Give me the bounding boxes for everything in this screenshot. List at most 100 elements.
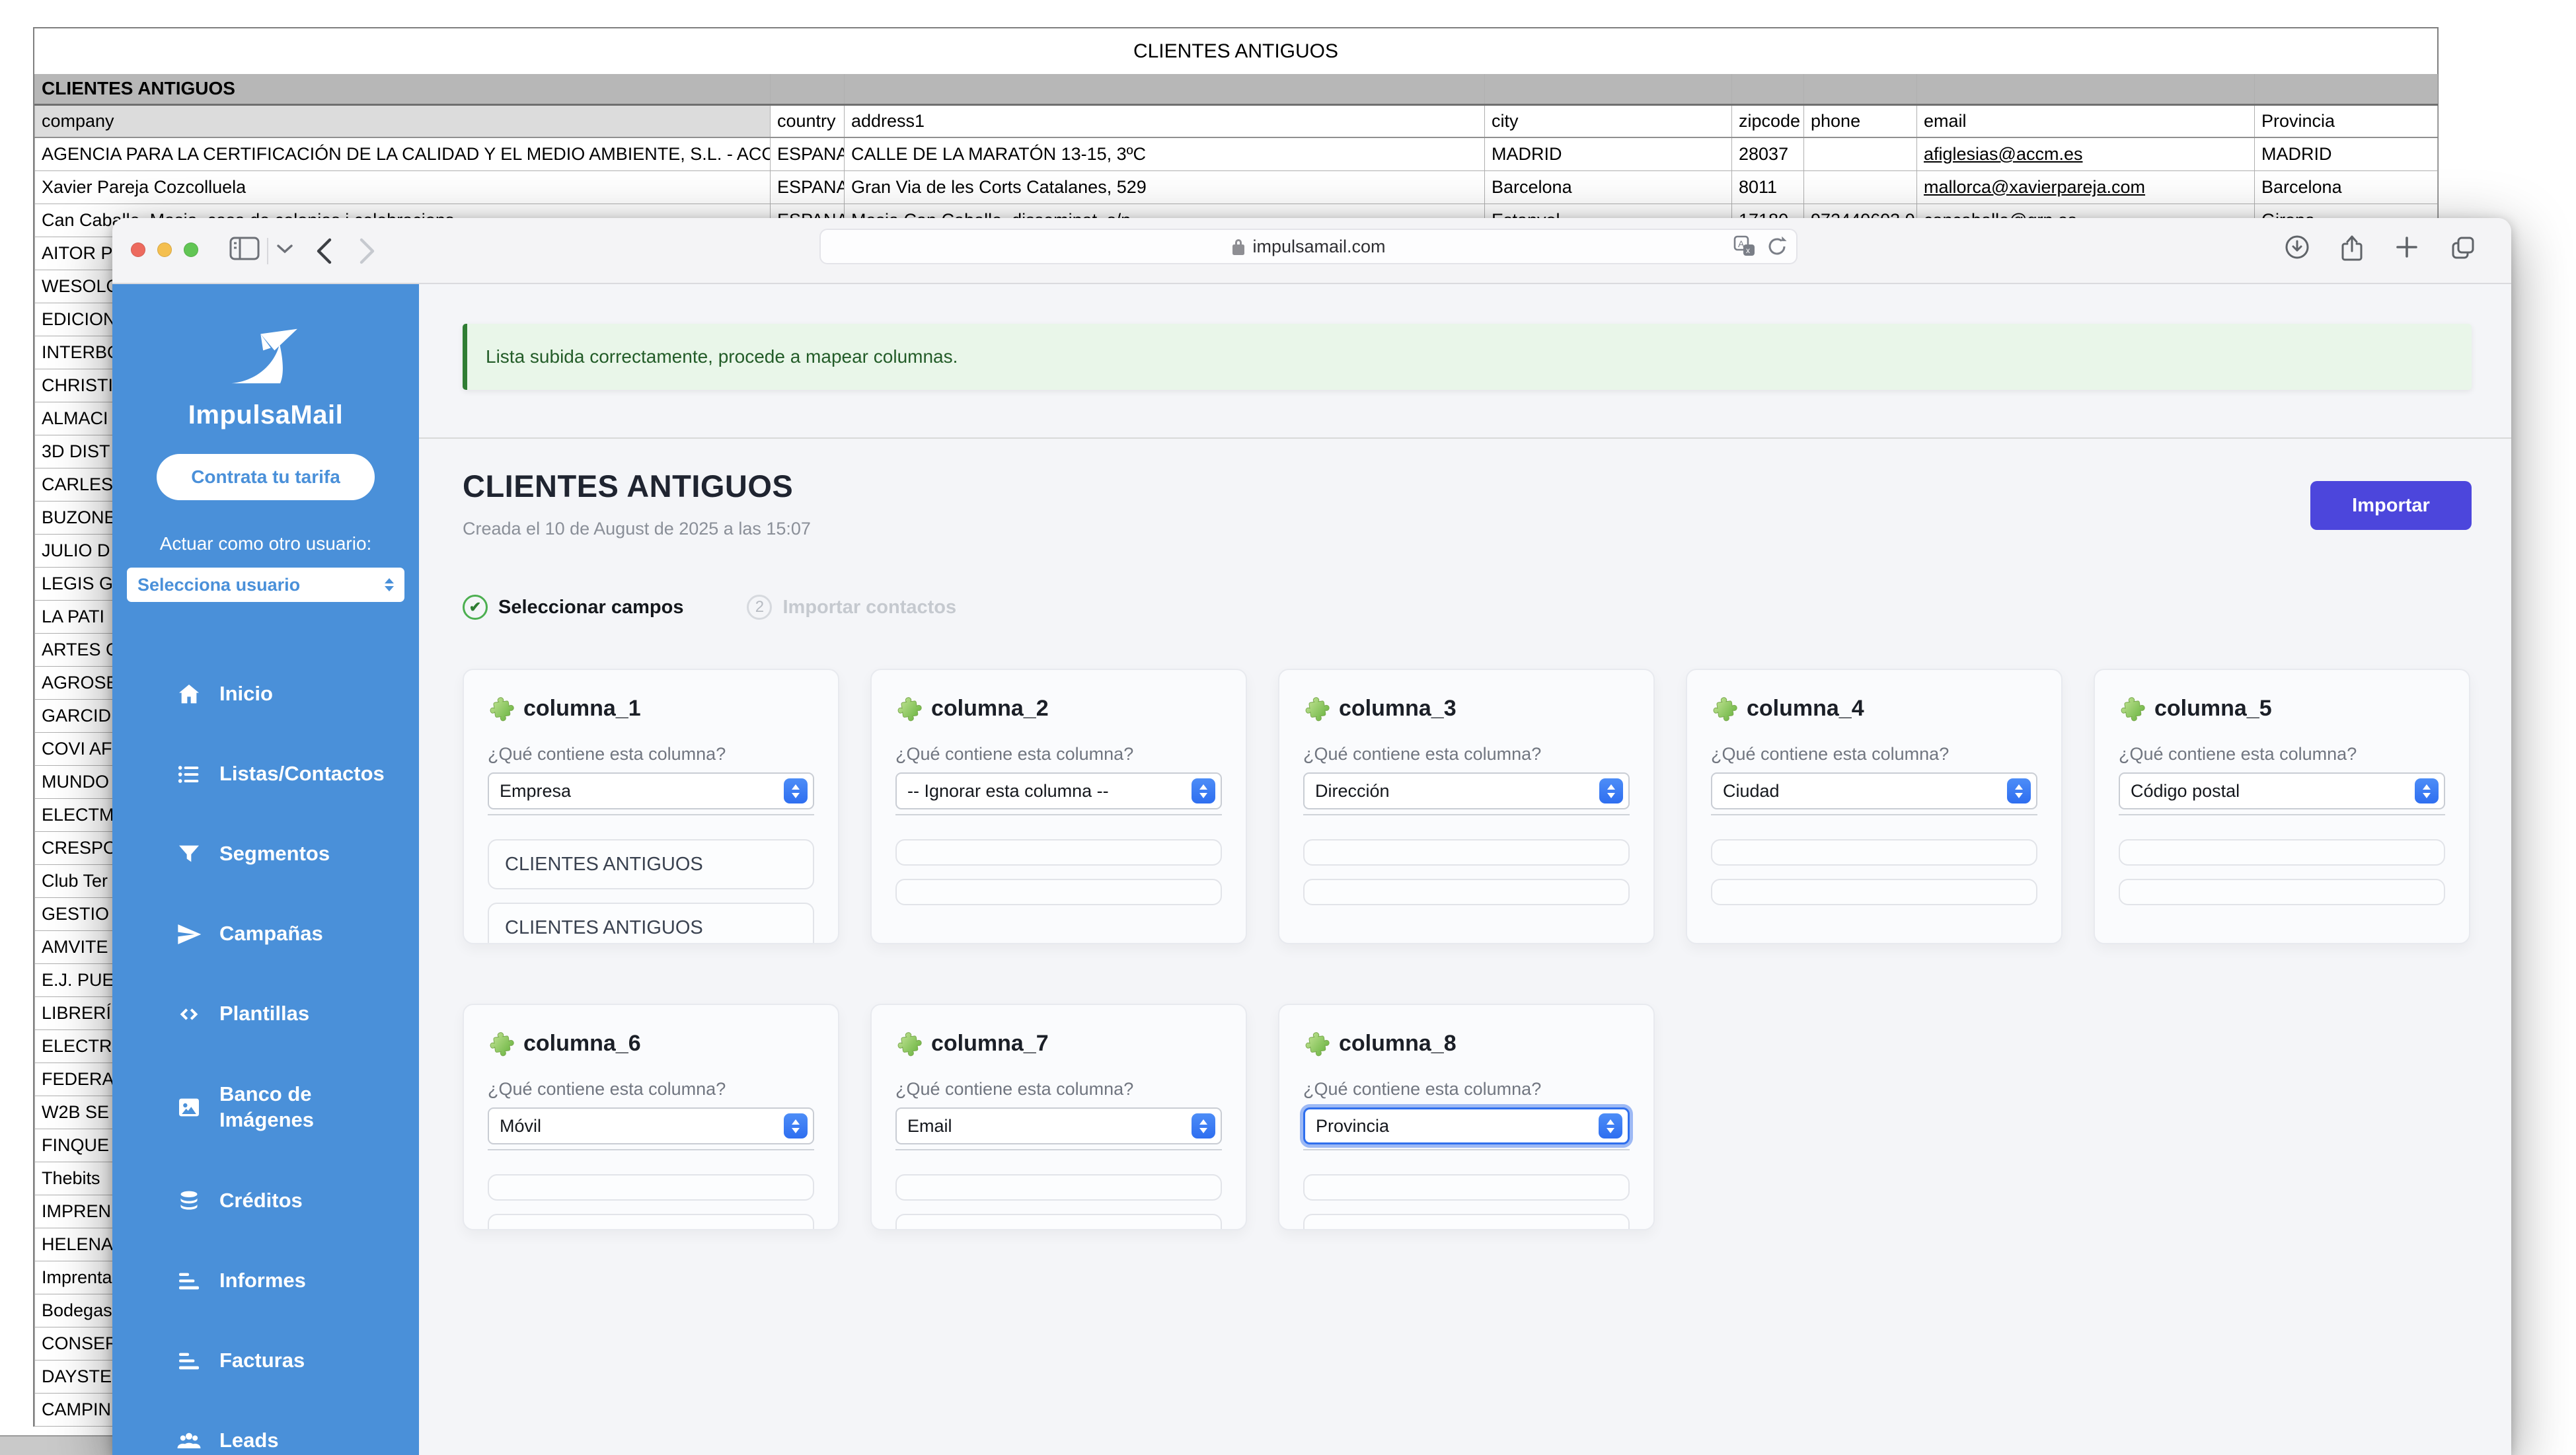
sidebar-item-segmentos[interactable]: Segmentos bbox=[112, 814, 419, 894]
column-card-columna_8: columna_8 ¿Qué contiene esta columna? Pr… bbox=[1278, 1004, 1655, 1230]
column-type-select[interactable]: Dirección bbox=[1303, 772, 1630, 809]
table-cell: ESPANA bbox=[771, 170, 845, 204]
sample-value-box: CLIENTES ANTIGUOS bbox=[488, 839, 814, 889]
sample-value-box bbox=[488, 1214, 814, 1230]
column-card-columna_6: columna_6 ¿Qué contiene esta columna? Mó… bbox=[463, 1004, 839, 1230]
reload-icon[interactable] bbox=[1766, 235, 1788, 258]
column-card-columna_3: columna_3 ¿Qué contiene esta columna? Di… bbox=[1278, 669, 1655, 944]
address-bar[interactable]: impulsamail.com A x bbox=[819, 229, 1798, 264]
page-title: CLIENTES ANTIGUOS bbox=[463, 468, 2310, 504]
table-cell bbox=[1804, 170, 1917, 204]
table-cell bbox=[1804, 137, 1917, 170]
impersonate-label: Actuar como otro usuario: bbox=[112, 533, 419, 554]
puzzle-icon bbox=[895, 695, 922, 722]
puzzle-icon bbox=[1303, 695, 1330, 722]
column-card-title: columna_7 bbox=[931, 1031, 1049, 1057]
table-row: AGENCIA PARA LA CERTIFICACIÓN DE LA CALI… bbox=[35, 137, 2438, 170]
column-type-select[interactable]: Provincia bbox=[1303, 1107, 1630, 1144]
address-bar-url: impulsamail.com bbox=[1252, 237, 1385, 257]
back-icon[interactable] bbox=[315, 237, 333, 266]
column-card-title: columna_5 bbox=[2154, 696, 2272, 722]
minimize-window-button[interactable] bbox=[157, 243, 172, 257]
column-type-select[interactable]: Móvil bbox=[488, 1107, 814, 1144]
column-card-columna_2: columna_2 ¿Qué contiene esta columna? --… bbox=[870, 669, 1247, 944]
column-question: ¿Qué contiene esta columna? bbox=[1303, 744, 1630, 765]
image-icon bbox=[176, 1094, 202, 1121]
sidebar-item-facturas[interactable]: Facturas bbox=[112, 1321, 419, 1401]
forward-icon[interactable] bbox=[358, 237, 377, 266]
tabs-overview-icon[interactable] bbox=[2449, 234, 2477, 263]
column-question: ¿Qué contiene esta columna? bbox=[895, 1079, 1222, 1100]
step-select-fields: ✔ Seleccionar campos bbox=[463, 595, 683, 620]
column-card-title: columna_2 bbox=[931, 696, 1049, 722]
sidebar-item-inicio[interactable]: Inicio bbox=[112, 654, 419, 734]
column-question: ¿Qué contiene esta columna? bbox=[1711, 744, 2037, 765]
share-icon[interactable] bbox=[2339, 234, 2365, 263]
sidebar-item-label: Leads bbox=[219, 1428, 279, 1454]
column-question: ¿Qué contiene esta columna? bbox=[895, 744, 1222, 765]
column-card-title: columna_4 bbox=[1747, 696, 1864, 722]
sidebar-item-cr-ditos[interactable]: Créditos bbox=[112, 1161, 419, 1241]
spreadsheet-header-row: company country address1 city zipcode ph… bbox=[35, 104, 2438, 137]
sample-value-box bbox=[895, 1174, 1222, 1201]
column-card-title: columna_3 bbox=[1339, 696, 1457, 722]
list-icon bbox=[176, 761, 202, 788]
section-divider bbox=[419, 437, 2511, 439]
column-type-select[interactable]: Empresa bbox=[488, 772, 814, 809]
table-row: Xavier Pareja CozcolluelaESPANAGran Via … bbox=[35, 170, 2438, 204]
column-card-columna_7: columna_7 ¿Qué contiene esta columna? Em… bbox=[870, 1004, 1247, 1230]
column-card-columna_1: columna_1 ¿Qué contiene esta columna? Em… bbox=[463, 669, 839, 944]
sidebar-item-banco-de-im-genes[interactable]: Banco de Imágenes bbox=[112, 1054, 419, 1161]
column-question: ¿Qué contiene esta columna? bbox=[1303, 1079, 1630, 1100]
column-type-select[interactable]: Código postal bbox=[2119, 772, 2445, 809]
column-header: phone bbox=[1804, 104, 1917, 137]
puzzle-icon bbox=[2119, 695, 2145, 722]
table-cell: Barcelona bbox=[1485, 170, 1732, 204]
zoom-window-button[interactable] bbox=[184, 243, 198, 257]
table-cell: MADRID bbox=[1485, 137, 1732, 170]
translate-icon[interactable]: A x bbox=[1733, 235, 1757, 258]
column-question: ¿Qué contiene esta columna? bbox=[2119, 744, 2445, 765]
sidebar-item-listas-contactos[interactable]: Listas/Contactos bbox=[112, 734, 419, 814]
table-cell: afiglesias@accm.es bbox=[1917, 137, 2255, 170]
table-cell: mallorca@xavierpareja.com bbox=[1917, 170, 2255, 204]
column-card-columna_5: columna_5 ¿Qué contiene esta columna? Có… bbox=[2094, 669, 2470, 944]
sample-value-box bbox=[1711, 839, 2037, 866]
close-window-button[interactable] bbox=[131, 243, 145, 257]
sidebar-item-label: Inicio bbox=[219, 681, 273, 707]
contract-plan-button[interactable]: Contrata tu tarifa bbox=[157, 454, 375, 500]
column-type-select[interactable]: -- Ignorar esta columna -- bbox=[895, 772, 1222, 809]
sidebar-item-label: Facturas bbox=[219, 1348, 305, 1374]
home-icon bbox=[176, 681, 202, 708]
sidebar-item-label: Banco de Imágenes bbox=[219, 1082, 358, 1133]
puzzle-icon bbox=[488, 695, 514, 722]
spreadsheet-print-title: CLIENTES ANTIGUOS bbox=[34, 28, 2437, 74]
column-type-select[interactable]: Email bbox=[895, 1107, 1222, 1144]
column-card-columna_4: columna_4 ¿Qué contiene esta columna? Ci… bbox=[1686, 669, 2063, 944]
import-button[interactable]: Importar bbox=[2310, 481, 2472, 530]
select-stepper-icon bbox=[385, 578, 394, 591]
sample-value-box bbox=[1711, 879, 2037, 905]
sample-value-box bbox=[1303, 879, 1630, 905]
chevron-down-icon[interactable] bbox=[276, 243, 293, 255]
select-stepper-icon bbox=[784, 778, 808, 803]
sidebar-item-label: Créditos bbox=[219, 1188, 303, 1214]
safari-browser-window: impulsamail.com A x bbox=[112, 218, 2511, 1455]
column-type-select[interactable]: Ciudad bbox=[1711, 772, 2037, 809]
sidebar-toggle-icon[interactable] bbox=[229, 235, 260, 262]
sidebar-item-campa-as[interactable]: Campañas bbox=[112, 894, 419, 974]
sample-value-box bbox=[895, 1214, 1222, 1230]
new-tab-icon[interactable] bbox=[2394, 234, 2420, 263]
paper-plane-icon bbox=[176, 921, 202, 948]
sidebar-item-leads[interactable]: Leads bbox=[112, 1401, 419, 1455]
select-stepper-icon bbox=[1599, 778, 1623, 803]
toolbar-divider bbox=[267, 238, 268, 264]
lock-icon bbox=[1231, 237, 1246, 256]
sidebar-item-informes[interactable]: Informes bbox=[112, 1241, 419, 1321]
sidebar-item-plantillas[interactable]: Plantillas bbox=[112, 974, 419, 1054]
check-icon: ✔ bbox=[463, 595, 488, 620]
download-icon[interactable] bbox=[2284, 234, 2310, 263]
coins-icon bbox=[176, 1188, 202, 1214]
user-select[interactable]: Selecciona usuario bbox=[127, 568, 404, 602]
column-question: ¿Qué contiene esta columna? bbox=[488, 1079, 814, 1100]
